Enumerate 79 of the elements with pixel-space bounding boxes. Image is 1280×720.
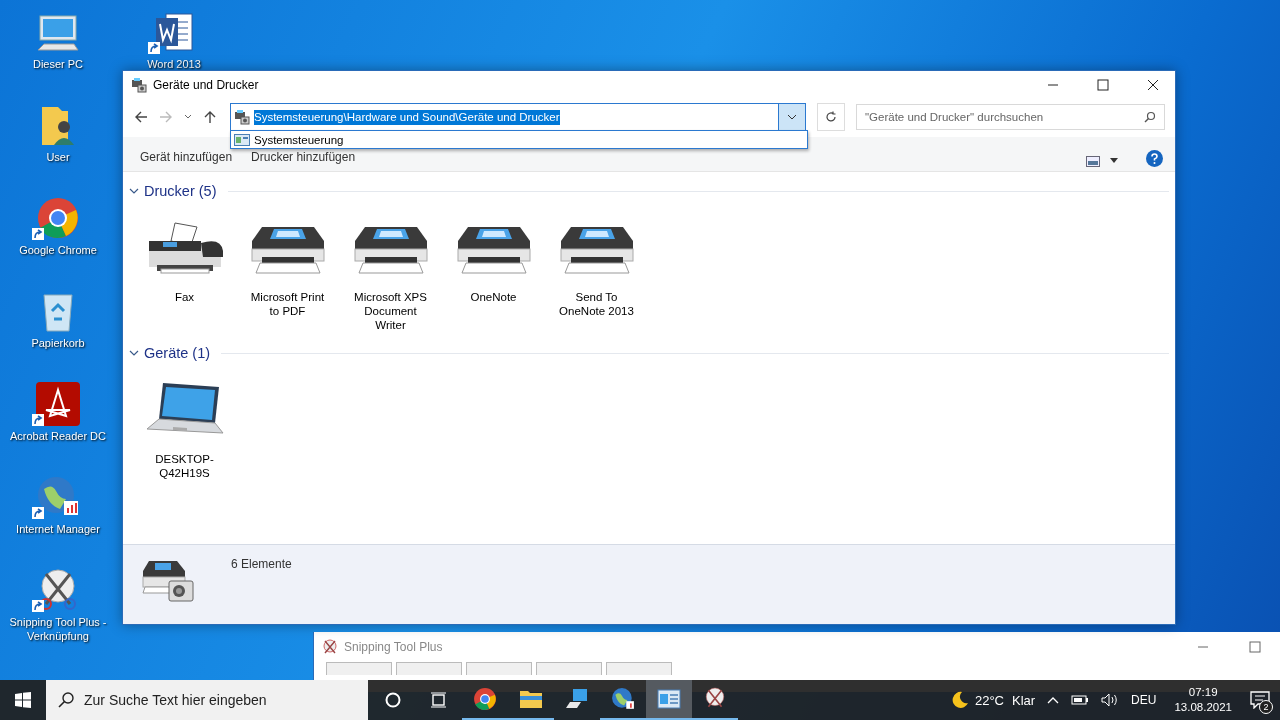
notification-count: 2 — [1259, 700, 1273, 714]
weather-condition[interactable]: Klar — [1011, 692, 1036, 708]
device-label: Fax — [173, 290, 196, 304]
group-header[interactable]: Geräte (1) — [144, 345, 211, 361]
device-label: Send To OneNote 2013 — [558, 290, 635, 318]
device-label: OneNote — [469, 290, 518, 304]
collapse-chevron-icon[interactable] — [129, 186, 139, 196]
circle-icon — [385, 692, 401, 708]
caret-icon — [787, 114, 797, 120]
weather-temperature[interactable]: 22°C — [974, 692, 1004, 708]
search-field[interactable]: "Geräte und Drucker" durchsuchen — [856, 104, 1165, 130]
recent-caret-icon[interactable] — [184, 114, 192, 120]
desktop-shortcut[interactable]: User — [4, 101, 112, 164]
command-button[interactable]: Drucker hinzufügen — [242, 147, 366, 167]
computer-icon — [36, 14, 80, 54]
suggestion-item[interactable]: Systemsteuerung — [231, 131, 807, 148]
up-arrow-icon[interactable] — [203, 110, 217, 124]
desktop-shortcut[interactable]: Internet Manager — [4, 473, 112, 536]
taskbar-app-button[interactable] — [646, 680, 692, 720]
shortcut-label: Google Chrome — [19, 243, 97, 257]
desktop-shortcut[interactable]: Word 2013 — [120, 8, 228, 71]
address-path: Systemsteuerung\Hardware und Sound\Geräte und Drucker — [254, 109, 560, 125]
browser-icon — [473, 687, 497, 711]
globe-icon — [611, 687, 635, 711]
battery-icon[interactable] — [1071, 694, 1090, 706]
refresh-icon — [825, 111, 837, 123]
back-arrow-icon[interactable] — [134, 110, 148, 124]
speaker-icon[interactable] — [1101, 693, 1120, 707]
device-label: DESKTOP-Q42H19S — [154, 452, 215, 480]
computer-icon — [565, 688, 589, 710]
help-icon[interactable] — [1146, 150, 1163, 167]
device-label: Microsoft XPS Document Writer — [353, 290, 428, 332]
window-title: Geräte und Drucker — [153, 78, 259, 92]
search-icon — [58, 692, 74, 708]
input-language[interactable]: DEU — [1131, 693, 1157, 707]
clock-date: 13.08.2021 — [1174, 700, 1232, 715]
refresh-button[interactable] — [817, 103, 845, 131]
maximize-icon[interactable] — [1249, 641, 1261, 653]
view-options-icon[interactable] — [1086, 156, 1100, 167]
shortcut-label: Acrobat Reader DC — [10, 429, 106, 443]
search-icon — [1144, 111, 1156, 123]
caret-icon[interactable] — [1110, 158, 1118, 163]
desktop-shortcut[interactable]: Google Chrome — [4, 194, 112, 257]
shortcut-label: Snipping Tool Plus - Verknüpfung — [8, 615, 108, 643]
taskbar-search-field[interactable]: Zur Suche Text hier eingeben — [46, 680, 368, 720]
collapse-chevron-icon[interactable] — [129, 348, 139, 358]
close-icon — [1147, 79, 1159, 91]
desktop-shortcut[interactable]: Dieser PC — [4, 8, 112, 71]
address-field[interactable]: Systemsteuerung\Hardware und Sound\Geräte und Drucker — [230, 103, 778, 131]
scissors-icon — [322, 639, 338, 655]
desktop-shortcut[interactable]: Snipping Tool Plus - Verknüpfung — [4, 566, 112, 643]
shortcut-label: Dieser PC — [32, 57, 84, 71]
control-panel-icon — [657, 689, 681, 709]
desktop-shortcut[interactable]: Papierkorb — [4, 287, 112, 350]
task-view-icon — [430, 692, 448, 708]
address-dropdown-button[interactable] — [778, 103, 806, 131]
browser-icon — [36, 196, 80, 240]
shortcut-label: Papierkorb — [31, 336, 85, 350]
shortcut-label: User — [46, 150, 70, 164]
shortcut-label: Internet Manager — [16, 522, 100, 536]
pdf-reader-icon — [36, 382, 80, 426]
clock-time: 07:19 — [1188, 685, 1218, 700]
control-panel-icon — [234, 133, 250, 146]
moon-icon[interactable] — [950, 691, 969, 709]
chevron-up-icon[interactable] — [1047, 696, 1060, 704]
maximize-icon — [1097, 79, 1109, 91]
clock[interactable]: 07:19 13.08.2021 — [1166, 685, 1240, 715]
printer-camera-icon — [131, 77, 147, 93]
desktop-shortcut[interactable]: Acrobat Reader DC — [4, 380, 112, 443]
command-button[interactable]: Gerät hinzufügen — [131, 147, 243, 167]
notification-icon[interactable] — [1250, 691, 1270, 709]
folder-icon — [519, 688, 543, 710]
window-title: Snipping Tool Plus — [344, 640, 443, 654]
item-count: 6 Elemente — [231, 557, 292, 571]
device-label: Microsoft Print to PDF — [249, 290, 326, 318]
shortcut-label: Word 2013 — [147, 57, 201, 71]
printer-camera-icon — [234, 109, 250, 125]
windows-logo-icon — [15, 692, 31, 708]
group-header[interactable]: Drucker (5) — [144, 183, 217, 199]
